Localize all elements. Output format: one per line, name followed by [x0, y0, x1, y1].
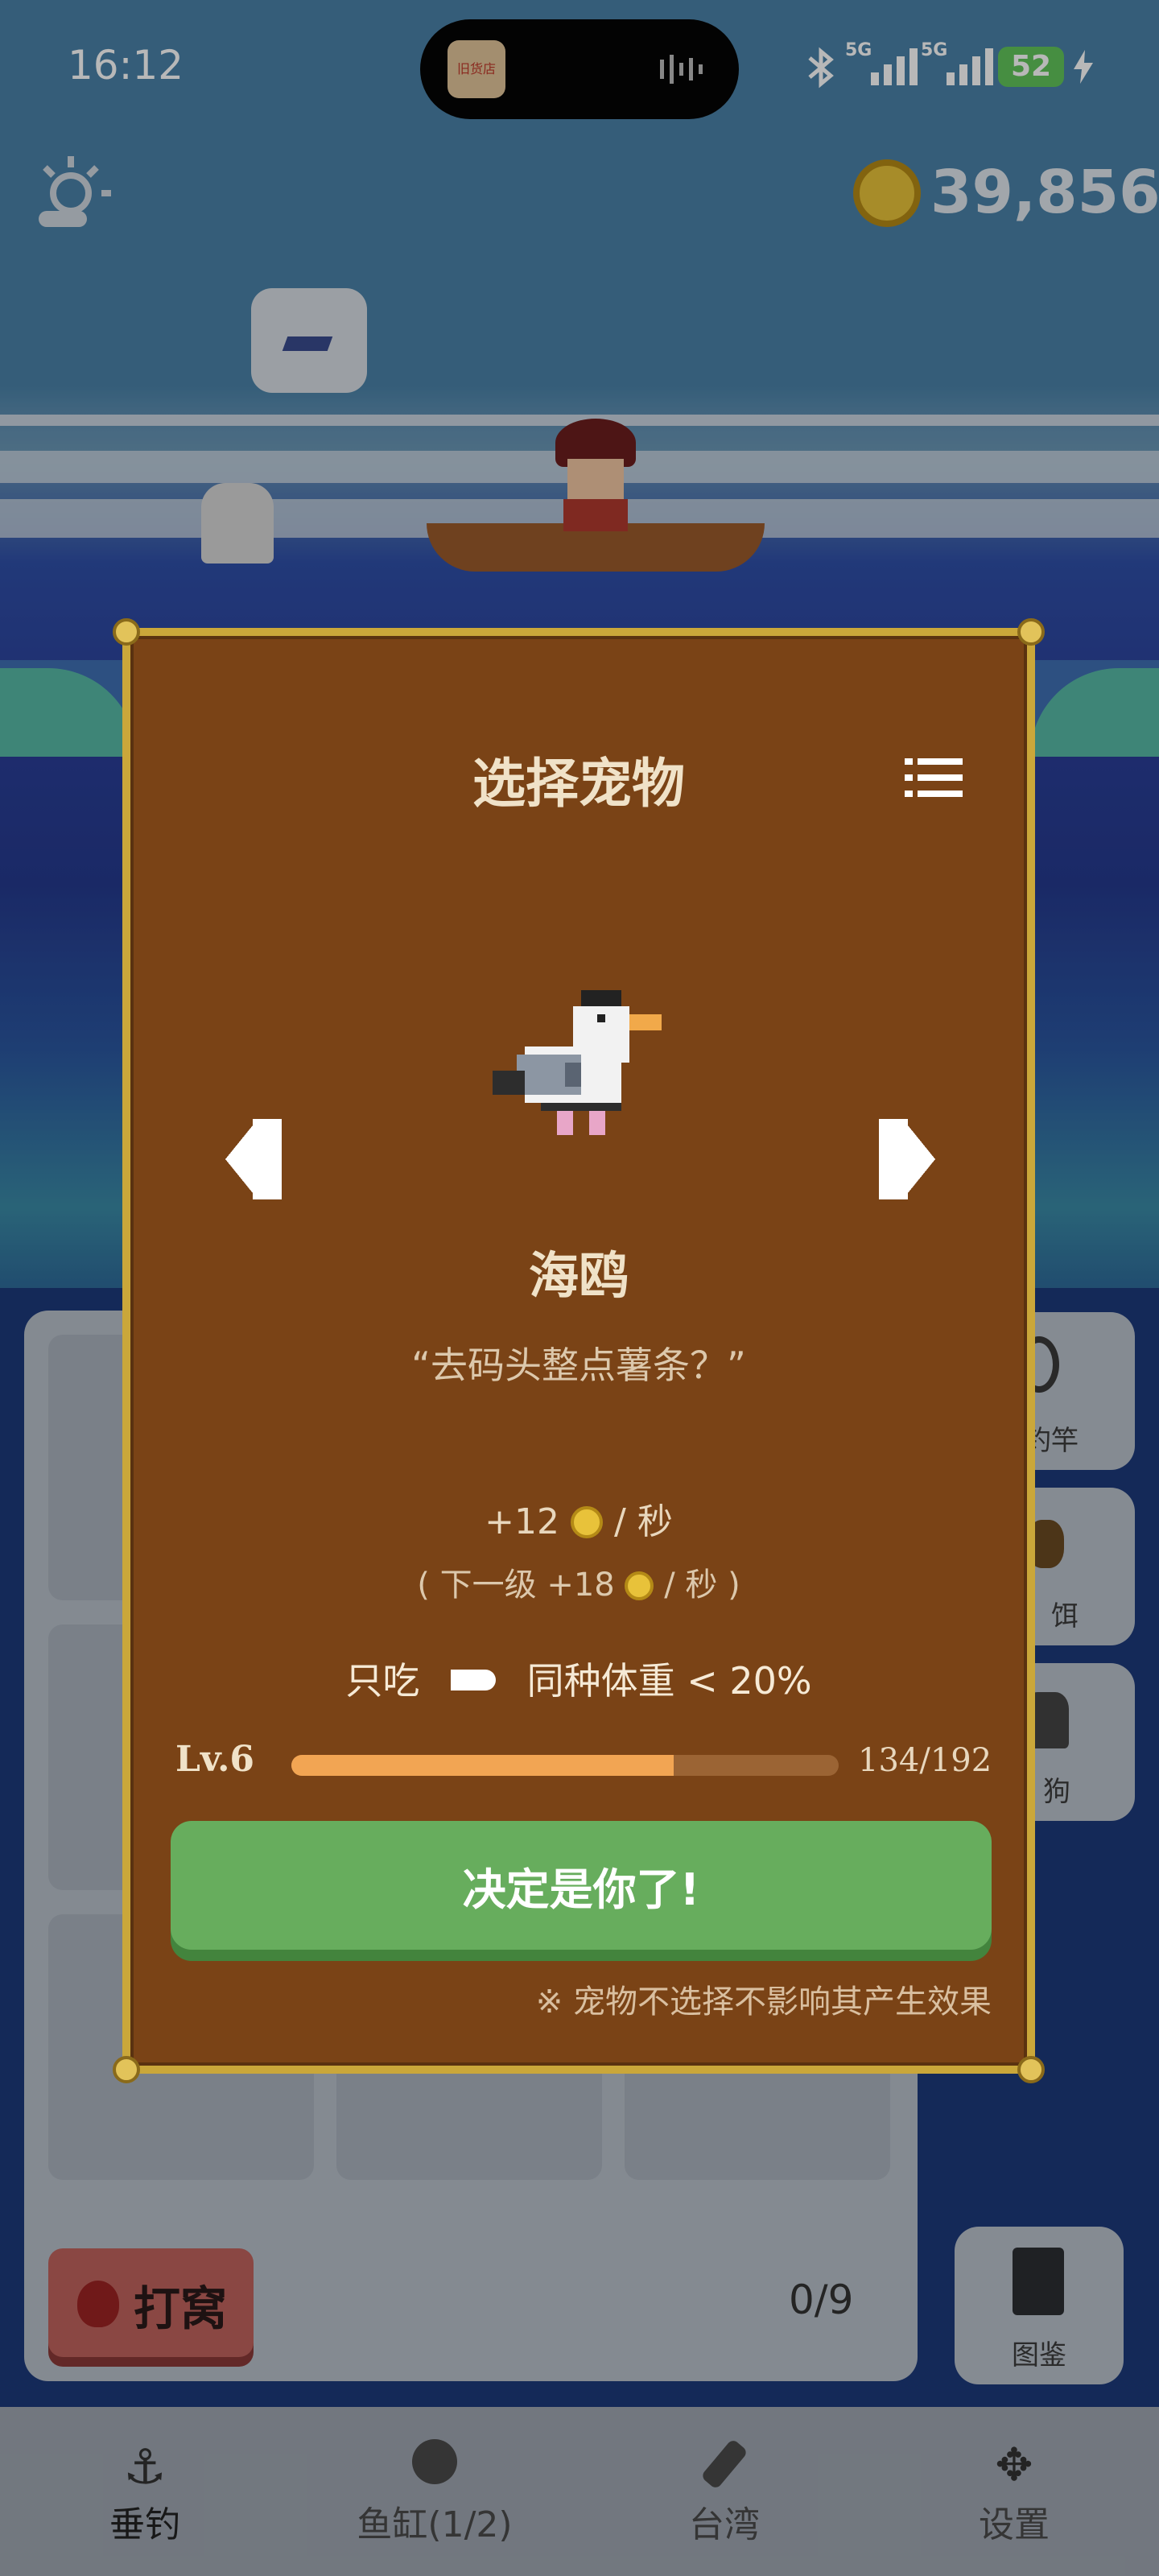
exp-progress-bar — [291, 1755, 839, 1776]
pet-quote: “去码头整点薯条？” — [411, 1344, 746, 1387]
modal-note: ※ 宠物不选择不影响其产生效果 — [535, 1984, 992, 2021]
diet-condition: 同种体重 < 20% — [526, 1659, 812, 1703]
modal-title: 选择宠物 — [472, 753, 685, 815]
pet-select-modal: 选择宠物 海鸥 “去码头整点薯条？” +12 / 秒 ( 下一级 +18 / 秒… — [113, 618, 1045, 2083]
income-amount: +12 — [485, 1501, 560, 1542]
exp-progress-fill — [291, 1755, 674, 1776]
next-level-suffix: / 秒 ) — [664, 1567, 740, 1604]
fish-icon — [450, 1670, 496, 1690]
previous-pet-arrow[interactable] — [225, 1119, 282, 1199]
frame-corner — [1017, 618, 1045, 646]
frame-corner — [1017, 2056, 1045, 2083]
next-level-income: ( 下一级 +18 / 秒 ) — [130, 1558, 1027, 1605]
diet-label: 只吃 — [345, 1659, 420, 1703]
pet-income: +12 / 秒 — [130, 1492, 1027, 1544]
income-unit: / 秒 — [614, 1501, 673, 1542]
exp-progress-text: 134/192 — [858, 1742, 992, 1779]
frame-corner — [113, 618, 140, 646]
confirm-pet-button[interactable]: 决定是你了! — [171, 1821, 992, 1950]
frame-corner — [113, 2056, 140, 2083]
diet-requirement: 只吃 同种体重 < 20% — [130, 1652, 1027, 1705]
seagull-pet-sprite — [493, 990, 670, 1151]
coin-icon — [625, 1571, 654, 1600]
pet-name: 海鸥 — [528, 1246, 629, 1305]
pet-level: Lv.6 — [175, 1739, 255, 1780]
coin-icon — [571, 1506, 604, 1538]
next-pet-arrow[interactable] — [879, 1119, 935, 1199]
next-level-prefix: ( 下一级 +18 — [417, 1567, 615, 1604]
list-menu-icon[interactable] — [905, 757, 963, 800]
